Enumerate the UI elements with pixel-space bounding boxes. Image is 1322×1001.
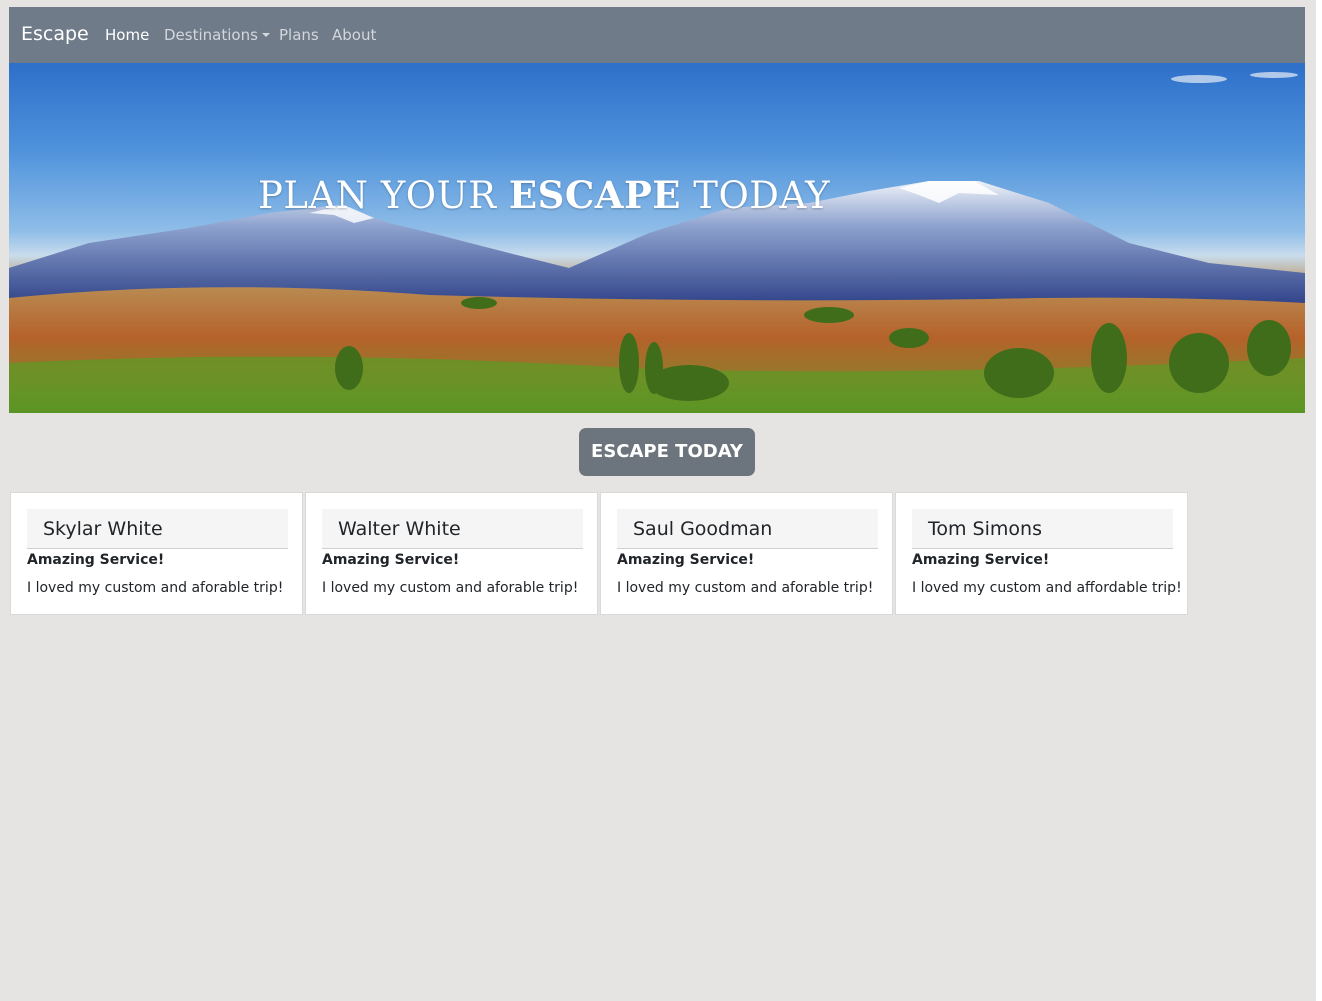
hero-title: PLAN YOUR ESCAPE TODAY xyxy=(258,173,830,217)
card-title: Amazing Service! xyxy=(322,552,460,568)
card-title: Amazing Service! xyxy=(617,552,755,568)
testimonial-card: Skylar White Amazing Service! I loved my… xyxy=(10,492,303,615)
testimonial-card: Tom Simons Amazing Service! I loved my c… xyxy=(895,492,1188,615)
navbar-brand[interactable]: Escape xyxy=(21,23,89,45)
card-text: I loved my custom and aforable trip! xyxy=(322,580,579,596)
reviewer-name: Skylar White xyxy=(43,518,163,540)
nav-link-destinations-label: Destinations xyxy=(164,26,258,44)
mountain-landscape-image xyxy=(9,72,1305,413)
escape-today-button[interactable]: ESCAPE TODAY xyxy=(579,428,755,476)
hero-banner: PLAN YOUR ESCAPE TODAY xyxy=(9,63,1305,413)
nav-link-home[interactable]: Home xyxy=(105,26,149,44)
card-header: Skylar White xyxy=(27,509,288,549)
page: Escape Home Destinations Plans About PLA… xyxy=(9,7,1305,615)
hero-title-part1: PLAN YOUR xyxy=(258,174,509,217)
card-header: Saul Goodman xyxy=(617,509,878,549)
navbar: Escape Home Destinations Plans About xyxy=(9,7,1305,63)
nav-link-about[interactable]: About xyxy=(332,26,376,44)
nav-link-plans[interactable]: Plans xyxy=(279,26,319,44)
card-header: Tom Simons xyxy=(912,509,1173,549)
card-header: Walter White xyxy=(322,509,583,549)
dropdown-caret-icon xyxy=(261,33,270,37)
testimonial-card: Walter White Amazing Service! I loved my… xyxy=(305,492,598,615)
card-title: Amazing Service! xyxy=(912,552,1050,568)
card-text: I loved my custom and aforable trip! xyxy=(617,580,874,596)
scrollbar[interactable] xyxy=(1316,0,1322,1001)
reviewer-name: Saul Goodman xyxy=(633,518,773,540)
card-text: I loved my custom and affordable trip! xyxy=(912,580,1182,596)
hero-title-part2: TODAY xyxy=(681,174,831,217)
card-title: Amazing Service! xyxy=(27,552,165,568)
reviewer-name: Tom Simons xyxy=(928,518,1042,540)
testimonial-card: Saul Goodman Amazing Service! I loved my… xyxy=(600,492,893,615)
card-text: I loved my custom and aforable trip! xyxy=(27,580,284,596)
hero-title-bold: ESCAPE xyxy=(508,173,681,217)
nav-link-destinations[interactable]: Destinations xyxy=(164,26,270,44)
reviewer-name: Walter White xyxy=(338,518,461,540)
